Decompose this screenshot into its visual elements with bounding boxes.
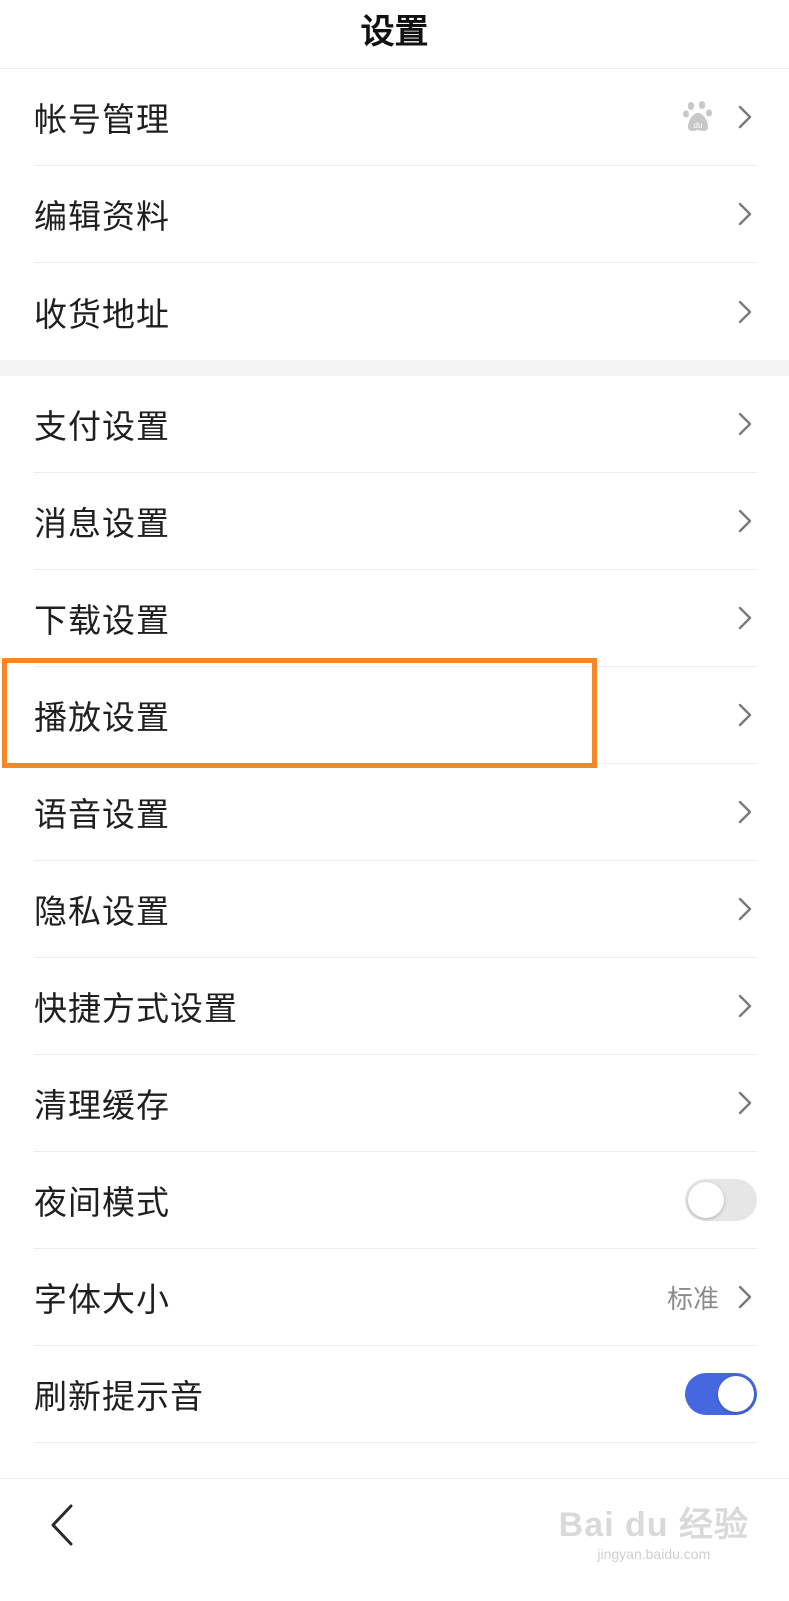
row-label: 帐号管理	[34, 100, 170, 139]
settings-row-notifications[interactable]: 消息设置	[34, 473, 757, 570]
row-right: 标准	[667, 1279, 757, 1316]
row-label: 字体大小	[34, 1280, 170, 1319]
row-label: 收货地址	[34, 294, 170, 334]
settings-row-download[interactable]: 下载设置	[34, 570, 757, 667]
settings-row-clear-cache[interactable]: 清理缓存	[34, 1055, 757, 1152]
font-size-value: 标准	[666, 1284, 719, 1315]
general-settings-group: 支付设置 消息设置 下载设置 播放设置 语音设置 隐私设置 快捷方式设置 清理缓…	[0, 376, 789, 1443]
settings-row-night-mode: 夜间模式	[34, 1152, 757, 1249]
row-right: du	[683, 100, 757, 134]
chevron-right-icon	[733, 507, 757, 535]
settings-row-playback[interactable]: 播放设置	[34, 667, 757, 764]
settings-row-privacy[interactable]: 隐私设置	[34, 861, 757, 958]
chevron-right-icon	[733, 798, 757, 826]
row-label: 刷新提示音	[34, 1377, 204, 1416]
chevron-right-icon	[733, 410, 757, 438]
row-label: 播放设置	[34, 698, 170, 737]
row-label: 语音设置	[34, 795, 170, 834]
chevron-right-icon	[733, 895, 757, 923]
page-title: 设置	[360, 11, 429, 52]
row-label: 下载设置	[34, 601, 170, 640]
settings-row-font-size[interactable]: 字体大小 标准	[34, 1249, 757, 1346]
watermark-url: jingyan.baidu.com	[597, 1546, 711, 1562]
settings-row-shipping-address[interactable]: 收货地址	[34, 263, 757, 360]
row-label: 消息设置	[34, 504, 170, 543]
chevron-right-icon	[733, 604, 757, 632]
settings-row-account-management[interactable]: 帐号管理 du	[34, 69, 757, 166]
refresh-sound-toggle[interactable]	[685, 1373, 757, 1415]
watermark: Bai du 经验 jingyan.baidu.com	[559, 1497, 749, 1562]
row-label: 快捷方式设置	[34, 989, 238, 1028]
chevron-right-icon	[733, 298, 757, 326]
settings-row-shortcuts[interactable]: 快捷方式设置	[34, 958, 757, 1055]
back-button[interactable]	[42, 1501, 82, 1549]
chevron-right-icon	[733, 701, 757, 729]
svg-text:du: du	[694, 121, 703, 130]
row-label: 清理缓存	[34, 1086, 170, 1125]
settings-row-payment[interactable]: 支付设置	[34, 376, 757, 473]
account-settings-group: 帐号管理 du 编辑资料 收货地址	[0, 69, 789, 360]
row-label: 隐私设置	[34, 892, 170, 931]
bottom-bar: Bai du 经验 jingyan.baidu.com	[0, 1478, 789, 1601]
chevron-right-icon	[733, 1283, 757, 1311]
row-label: 夜间模式	[34, 1183, 170, 1222]
toggle-knob	[688, 1182, 724, 1218]
chevron-right-icon	[733, 103, 757, 131]
settings-row-edit-profile[interactable]: 编辑资料	[34, 166, 757, 263]
section-divider	[0, 360, 789, 376]
watermark-logo-text: Bai du 经验	[558, 1506, 749, 1544]
night-mode-toggle[interactable]	[685, 1179, 757, 1221]
toggle-knob	[718, 1376, 754, 1412]
chevron-right-icon	[733, 992, 757, 1020]
chevron-right-icon	[733, 200, 757, 228]
settings-row-refresh-sound: 刷新提示音	[34, 1346, 757, 1443]
chevron-left-icon	[51, 1504, 73, 1546]
row-label: 编辑资料	[34, 197, 170, 236]
row-label: 支付设置	[34, 407, 170, 446]
chevron-right-icon	[733, 1089, 757, 1117]
baidu-paw-icon: du	[683, 101, 712, 131]
settings-row-voice[interactable]: 语音设置	[34, 764, 757, 861]
app-header: 设置	[0, 0, 789, 69]
